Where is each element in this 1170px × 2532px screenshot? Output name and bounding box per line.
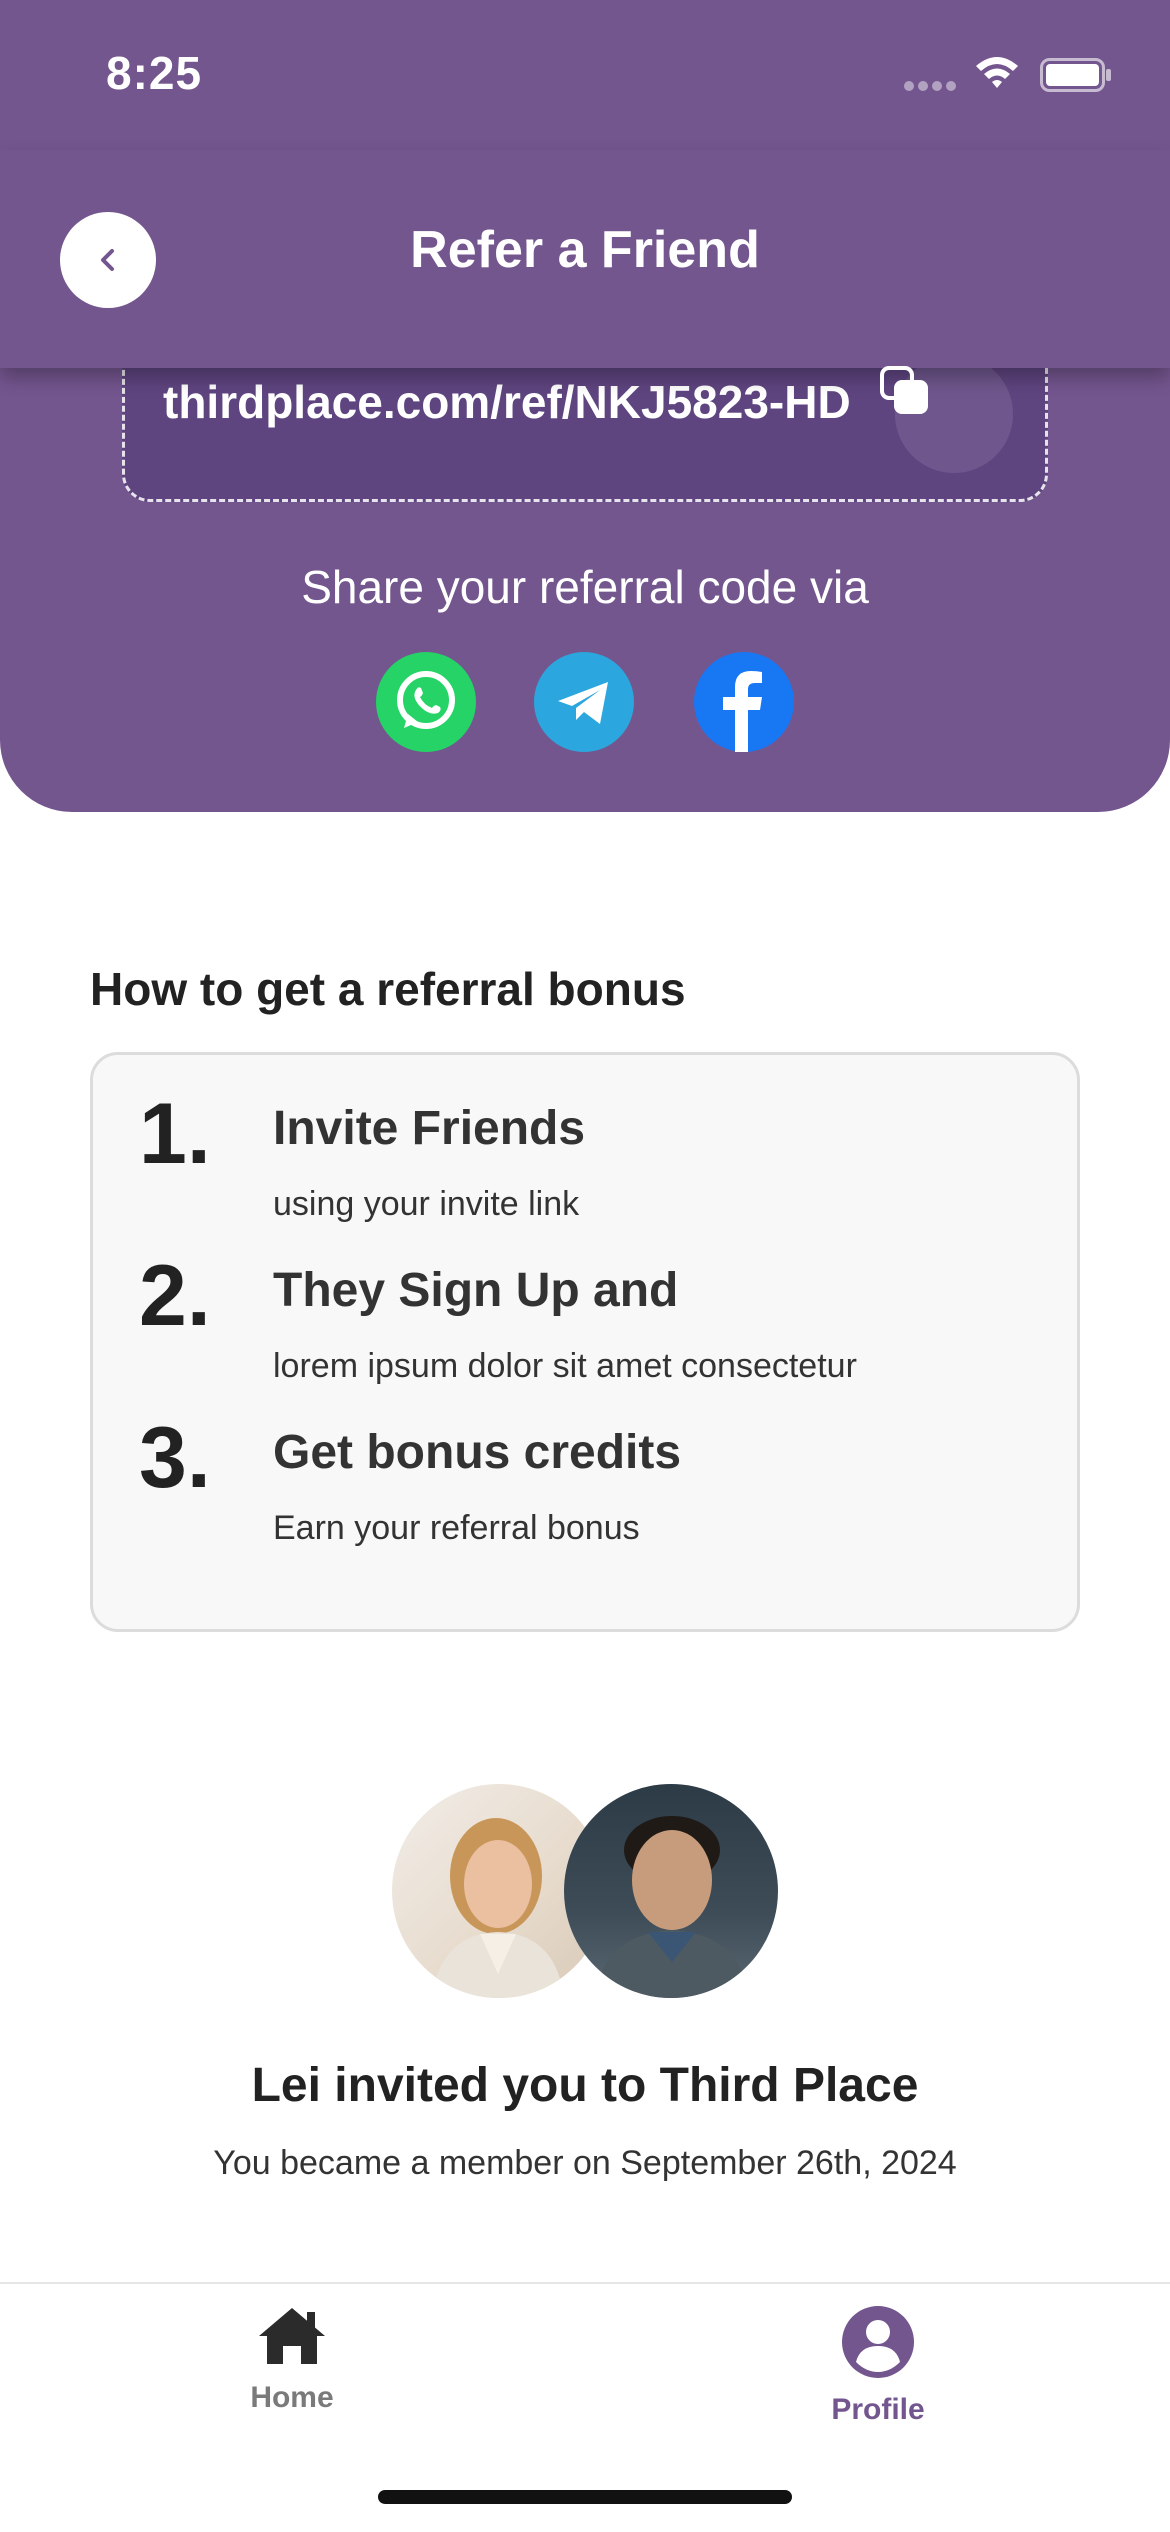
tab-profile[interactable]: Profile [768,2304,988,2427]
tab-home[interactable]: Home [182,2304,402,2415]
wifi-icon [976,57,1018,88]
how-to-title: How to get a referral bonus [90,963,686,1015]
step-subtitle: lorem ipsum dolor sit amet consectetur [273,1347,857,1385]
telegram-icon [558,682,608,724]
facebook-icon [723,671,762,752]
status-bar: 8:25 [0,0,1170,150]
invite-title: Lei invited you to Third Place [251,2059,919,2112]
share-telegram-button[interactable] [534,652,634,752]
step-number: 3. [139,1410,211,1506]
step-title: They Sign Up and [273,1264,679,1317]
steps-card: 1. Invite Friends using your invite link… [90,1052,1080,1632]
step-subtitle: Earn your referral bonus [273,1509,640,1547]
user-circle-icon [842,2306,914,2378]
battery-icon [1040,58,1111,92]
status-time: 8:25 [106,47,203,99]
tab-home-label: Home [250,2381,334,2414]
referral-code-text: thirdplace.com/ref/NKJ5823-HD [163,376,851,428]
inviter-avatars [392,1784,782,2000]
home-icon [259,2308,325,2364]
whatsapp-icon [397,671,455,729]
cellular-signal-icon [904,78,960,96]
share-facebook-button[interactable] [694,652,794,752]
step-title: Invite Friends [273,1102,586,1155]
tab-profile-label: Profile [831,2393,925,2426]
step-number: 1. [139,1086,211,1182]
home-indicator [378,2490,792,2504]
avatar-user [564,1784,778,1998]
member-since-text: You became a member on September 26th, 2… [213,2144,957,2182]
app-header: Refer a Friend [0,150,1170,368]
copy-icon[interactable] [878,364,938,424]
page-title: Refer a Friend [410,221,760,279]
share-whatsapp-button[interactable] [376,652,476,752]
step-number: 2. [139,1248,211,1344]
share-label: Share your referral code via [301,561,869,613]
step-title: Get bonus credits [273,1426,682,1479]
step-subtitle: using your invite link [273,1185,580,1223]
